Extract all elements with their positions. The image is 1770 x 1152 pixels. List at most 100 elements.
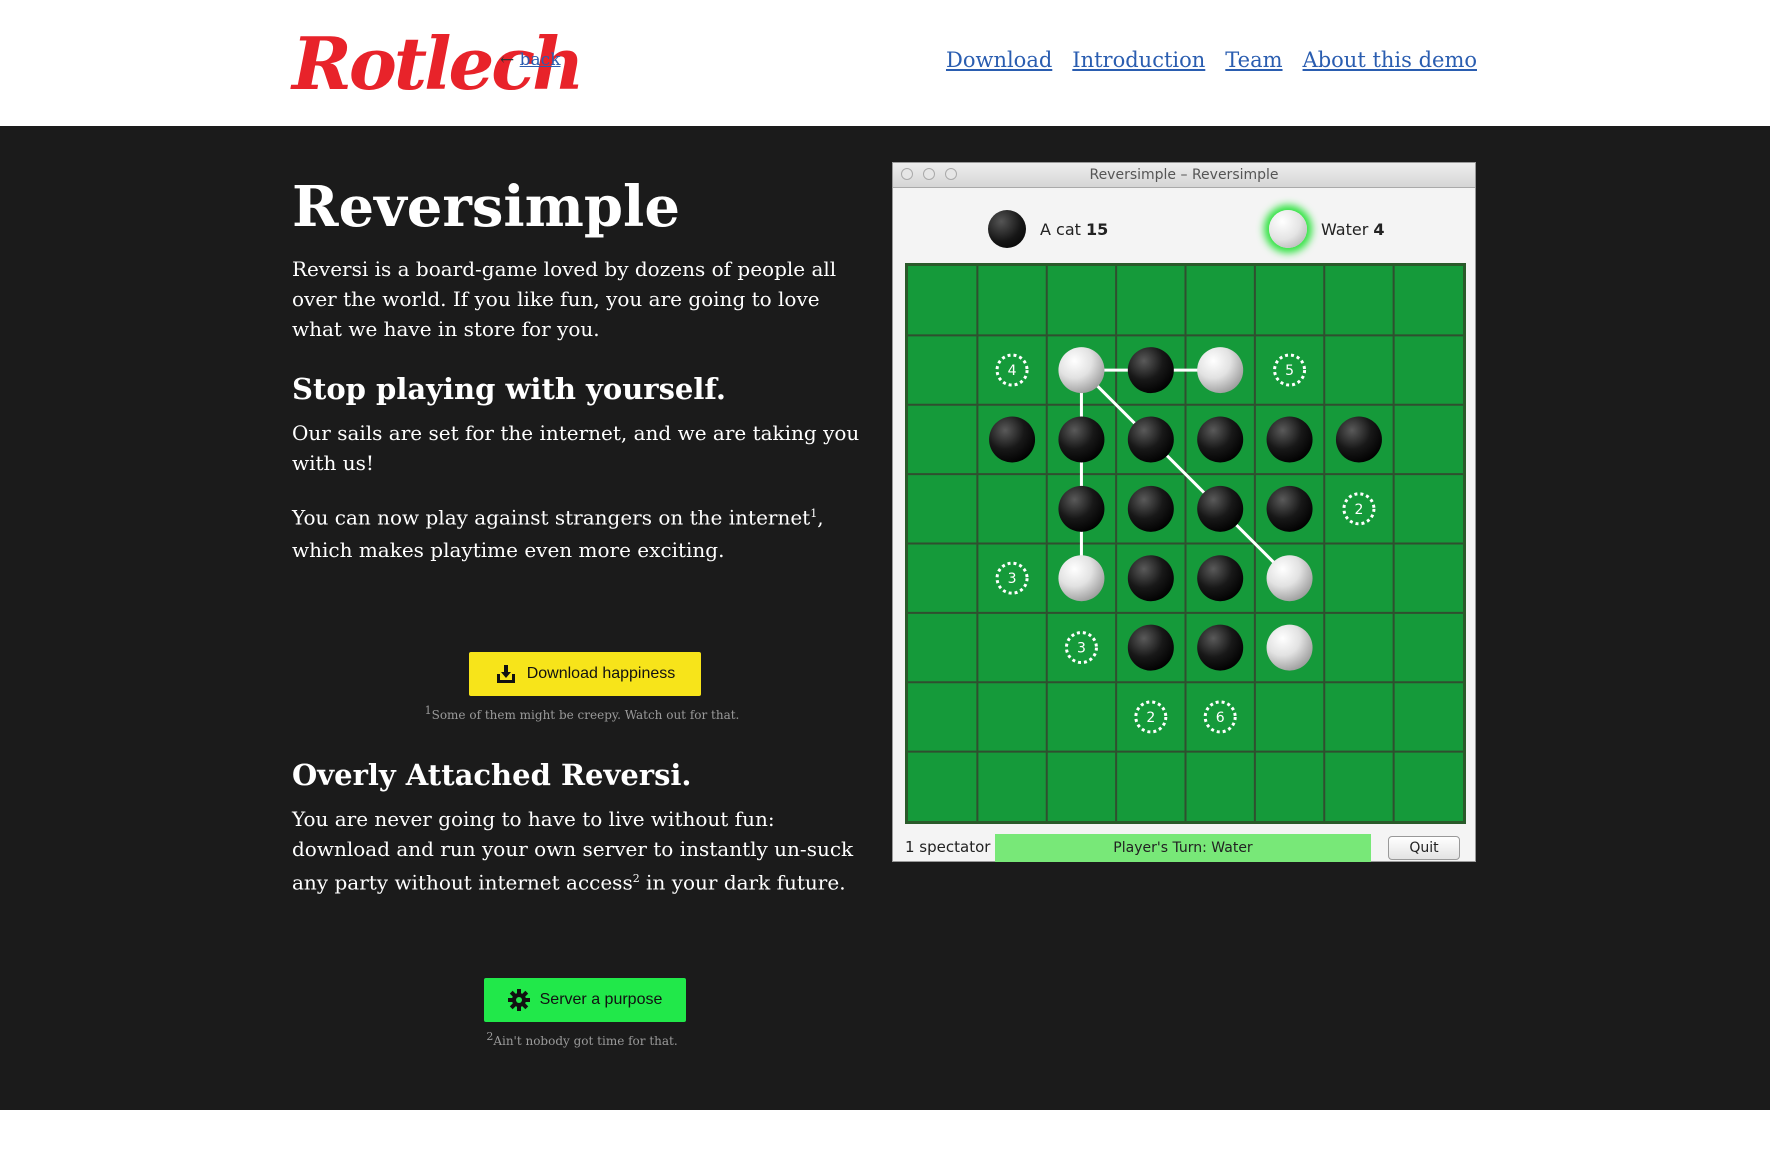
- board-cell[interactable]: [1394, 405, 1463, 474]
- black-disc-icon: [988, 210, 1026, 248]
- player-white: Water 4: [1269, 207, 1385, 251]
- board-cell[interactable]: [1047, 266, 1116, 335]
- footnote-2: 2Ain't nobody got time for that.: [486, 1030, 678, 1048]
- footnote-1: 1Some of them might be creepy. Watch out…: [424, 704, 740, 722]
- black-piece: [1127, 555, 1174, 602]
- move-hint-label: 5: [1285, 363, 1294, 379]
- white-disc-icon: [1269, 210, 1307, 248]
- window-titlebar: Reversimple – Reversimple: [893, 163, 1475, 188]
- board-cell[interactable]: [1394, 682, 1463, 751]
- section1-heading: Stop playing with yourself.: [292, 372, 726, 406]
- board-cell[interactable]: [908, 335, 977, 404]
- player-white-score: 4: [1373, 219, 1385, 239]
- nav-download[interactable]: Download: [946, 48, 1052, 72]
- board-cell[interactable]: [1047, 682, 1116, 751]
- board-cell[interactable]: [1324, 544, 1393, 613]
- server-a-purpose-label: Server a purpose: [539, 991, 663, 1008]
- move-hint-label: 6: [1216, 710, 1225, 726]
- black-piece: [1266, 416, 1313, 463]
- board-cell[interactable]: [977, 752, 1046, 821]
- footnote-ref-2: 2: [632, 872, 640, 885]
- nav-team[interactable]: Team: [1225, 48, 1282, 72]
- player-black-label: A cat 15: [1040, 219, 1109, 239]
- move-hint-label: 3: [1008, 571, 1017, 587]
- board-cell[interactable]: [1324, 335, 1393, 404]
- status-bar: 1 spectator Player's Turn: Water Quit: [905, 834, 1465, 862]
- nav-introduction[interactable]: Introduction: [1072, 48, 1205, 72]
- section2-paragraph: You are never going to have to live with…: [292, 807, 854, 895]
- board-cell[interactable]: [908, 752, 977, 821]
- section1-paragraph-2: You can now play against strangers on th…: [292, 505, 824, 562]
- board-cell[interactable]: [977, 474, 1046, 543]
- board-cell[interactable]: [1394, 474, 1463, 543]
- board-cell[interactable]: [1394, 544, 1463, 613]
- spectator-count: 1 spectator: [905, 838, 991, 856]
- nav-about-demo[interactable]: About this demo: [1303, 48, 1477, 72]
- player-black-score: 15: [1086, 219, 1109, 239]
- section2-heading: Overly Attached Reversi.: [292, 758, 692, 792]
- white-piece: [1266, 624, 1313, 671]
- player-white-label: Water 4: [1321, 219, 1385, 239]
- move-hint-label: 4: [1008, 363, 1017, 379]
- board-cell[interactable]: [1394, 335, 1463, 404]
- site-header: Rotlech ← back Download Introduction Tea…: [0, 0, 1770, 126]
- section1-paragraph-1: Our sails are set for the internet, and …: [292, 421, 860, 475]
- white-piece: [1266, 555, 1313, 602]
- board-cell[interactable]: [908, 474, 977, 543]
- board-cell[interactable]: [908, 405, 977, 474]
- white-piece: [1058, 347, 1105, 394]
- board-cell[interactable]: [1394, 266, 1463, 335]
- board-cell[interactable]: [908, 682, 977, 751]
- download-happiness-button[interactable]: Download happiness: [469, 652, 701, 696]
- black-piece: [1127, 347, 1174, 394]
- page-title: Reversimple: [292, 174, 680, 240]
- white-piece: [1058, 555, 1105, 602]
- board-cell[interactable]: [1394, 613, 1463, 682]
- gear-icon: [507, 989, 530, 1011]
- black-piece: [1197, 555, 1244, 602]
- board-cell[interactable]: [1255, 752, 1324, 821]
- black-piece: [1127, 485, 1174, 532]
- back-link[interactable]: back: [520, 50, 561, 70]
- board-cell[interactable]: [908, 266, 977, 335]
- board-cell[interactable]: [1324, 752, 1393, 821]
- board-cell[interactable]: [1394, 752, 1463, 821]
- game-board[interactable]: 4 5 2 3 3 2 6: [905, 263, 1466, 824]
- black-piece: [989, 416, 1036, 463]
- intro-paragraph: Reversi is a board-game loved by dozens …: [292, 257, 837, 341]
- board-cell[interactable]: [1324, 613, 1393, 682]
- black-piece: [1127, 416, 1174, 463]
- board-cell[interactable]: [1255, 682, 1324, 751]
- board-cell[interactable]: [908, 544, 977, 613]
- board-cell[interactable]: [1116, 752, 1185, 821]
- board-cell[interactable]: [1186, 752, 1255, 821]
- board-cell[interactable]: [1324, 682, 1393, 751]
- black-piece: [1197, 416, 1244, 463]
- white-piece: [1197, 347, 1244, 394]
- board-cell[interactable]: [1255, 266, 1324, 335]
- board-cell[interactable]: [977, 613, 1046, 682]
- board-cell[interactable]: [1047, 752, 1116, 821]
- turn-indicator: Player's Turn: Water: [995, 834, 1371, 862]
- server-a-purpose-button[interactable]: Server a purpose: [484, 978, 686, 1022]
- board-cell[interactable]: [1324, 266, 1393, 335]
- board-cell[interactable]: [977, 266, 1046, 335]
- board-cell[interactable]: [977, 682, 1046, 751]
- player-black: A cat 15: [988, 207, 1108, 251]
- window-title: Reversimple – Reversimple: [1089, 167, 1279, 183]
- back-link-wrapper: ← back: [500, 50, 561, 70]
- quit-button[interactable]: Quit: [1388, 836, 1460, 860]
- move-hint-label: 3: [1077, 641, 1086, 657]
- board-cell[interactable]: [1116, 266, 1185, 335]
- board-cell[interactable]: [908, 613, 977, 682]
- black-piece: [1197, 624, 1244, 671]
- move-hint-label: 2: [1354, 502, 1363, 518]
- board-canvas[interactable]: 4 5 2 3 3 2 6: [908, 266, 1463, 821]
- black-piece: [1058, 485, 1105, 532]
- black-piece: [1266, 485, 1313, 532]
- back-arrow-icon: ←: [500, 50, 515, 70]
- page-footer: [0, 1110, 1770, 1152]
- game-window: Reversimple – Reversimple A cat 15 Water…: [892, 162, 1476, 862]
- board-cell[interactable]: [1186, 266, 1255, 335]
- top-nav: Download Introduction Team About this de…: [946, 48, 1477, 72]
